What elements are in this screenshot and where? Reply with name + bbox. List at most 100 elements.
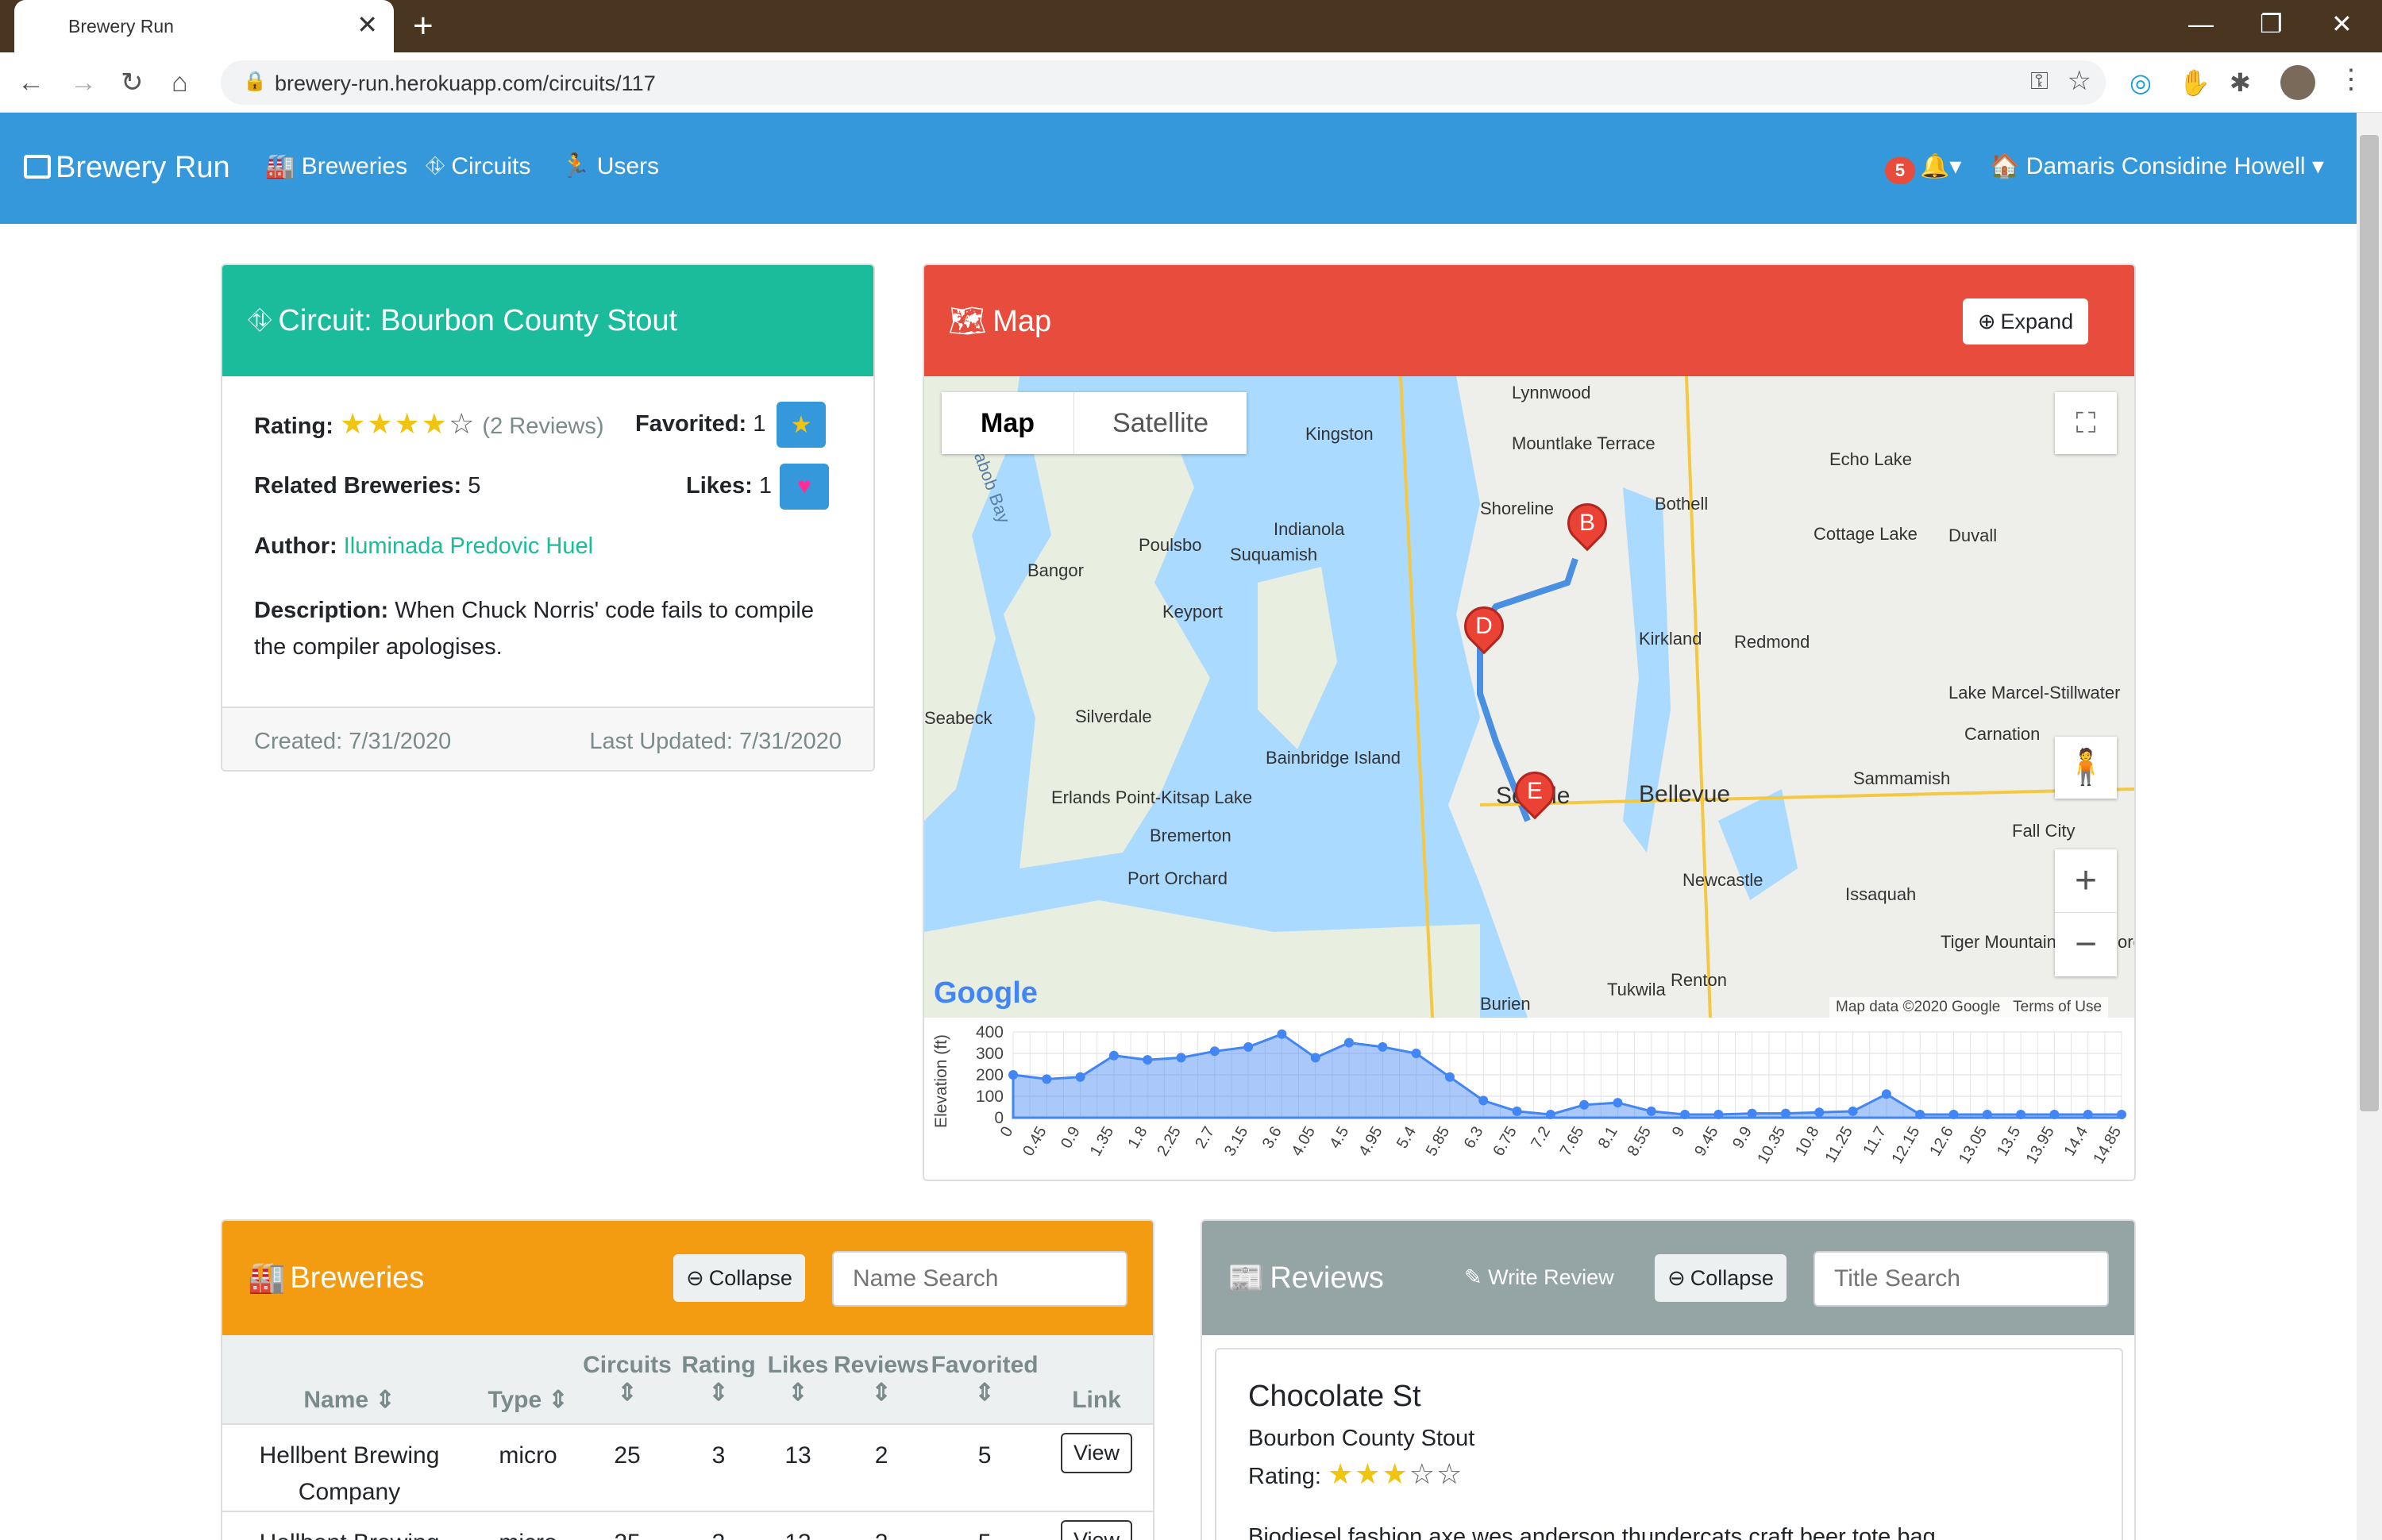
google-map[interactable]: Lynnwood Kingston Mountlake Terrace Echo La… (924, 376, 2134, 1018)
elevation-point[interactable] (2016, 1109, 2026, 1119)
browser-tab[interactable]: Brewery Run ✕ (14, 0, 394, 52)
elevation-point[interactable] (2049, 1109, 2060, 1119)
elevation-point[interactable] (2117, 1109, 2126, 1119)
browser-menu-icon[interactable]: ⋮ (2338, 64, 2365, 95)
review-item: Chocolate St Bourbon County Stout Rating… (1215, 1348, 2123, 1540)
profile-avatar[interactable] (2280, 65, 2315, 100)
nav-breweries[interactable]: 🏭 Breweries (265, 151, 407, 183)
reviews-collapse-button[interactable]: ⊖ Collapse (1655, 1254, 1786, 1302)
url-text[interactable]: brewery-run.herokuapp.com/circuits/117 (275, 71, 656, 96)
elevation-point[interactable] (1344, 1038, 1355, 1048)
extensions-puzzle-icon[interactable]: ✱ (2230, 67, 2251, 98)
review-circuit[interactable]: Bourbon County Stout (1248, 1426, 1474, 1452)
marker-label: E (1526, 778, 1543, 804)
key-icon[interactable]: ⚿ (2030, 68, 2049, 95)
user-menu[interactable]: 🏠 Damaris Considine Howell ▾ (1990, 151, 2324, 183)
omnibox[interactable]: 🔒 brewery-run.herokuapp.com/circuits/117… (221, 60, 2106, 105)
elevation-point[interactable] (1444, 1072, 1455, 1082)
col-name[interactable]: Name ⇕ (222, 1335, 476, 1424)
reviews-count[interactable]: (2 Reviews) (482, 414, 603, 439)
reload-icon[interactable]: ↻ (121, 65, 144, 100)
elevation-point[interactable] (1747, 1108, 1757, 1118)
back-icon[interactable]: ← (17, 65, 44, 100)
elevation-point[interactable] (1008, 1070, 1018, 1080)
zoom-in-icon[interactable]: + (2055, 849, 2117, 913)
elevation-point[interactable] (1579, 1099, 1590, 1110)
elevation-point[interactable] (1814, 1107, 1825, 1118)
elevation-point[interactable] (1680, 1109, 1690, 1119)
expand-button[interactable]: ⊕ Expand (1963, 298, 2088, 345)
elevation-point[interactable] (1982, 1109, 1992, 1119)
elevation-point[interactable] (1613, 1098, 1623, 1108)
terms-link[interactable]: Terms of Use (2013, 999, 2102, 1015)
elevation-point[interactable] (1848, 1106, 1858, 1116)
elevation-point[interactable] (1209, 1046, 1220, 1057)
elevation-point[interactable] (1545, 1109, 1555, 1119)
nav-circuits[interactable]: ⛗ Circuits (426, 151, 530, 183)
elevation-point[interactable] (1512, 1106, 1522, 1116)
col-rating[interactable]: Rating ⇕ (675, 1335, 762, 1424)
brewery-name-search[interactable] (832, 1251, 1127, 1307)
map-title: Map (992, 304, 1052, 338)
col-reviews[interactable]: Reviews ⇕ (834, 1335, 929, 1424)
nav-users[interactable]: 🏃 Users (561, 151, 659, 183)
elevation-point[interactable] (1378, 1041, 1388, 1052)
home-icon[interactable]: ⌂ (172, 65, 188, 100)
star-filled-icon: ★ (1327, 1457, 1355, 1490)
hand-extension-icon[interactable]: ✋ (2179, 67, 2210, 98)
review-title-search[interactable] (1813, 1251, 2109, 1307)
map-icon: 🗺 (948, 305, 987, 338)
view-button[interactable]: View (1061, 1520, 1133, 1540)
restore-icon[interactable]: ❐ (2260, 8, 2283, 40)
elevation-point[interactable] (1143, 1055, 1153, 1065)
col-favorited[interactable]: Favorited ⇕ (929, 1335, 1040, 1424)
elevation-point[interactable] (1277, 1029, 1287, 1039)
breweries-collapse-button[interactable]: ⊖ Collapse (673, 1254, 805, 1302)
like-button[interactable]: ♥ (780, 464, 829, 510)
write-review-button[interactable]: ✎ Write Review (1464, 1265, 1614, 1290)
close-window-icon[interactable]: ✕ (2331, 8, 2353, 40)
col-likes[interactable]: Likes ⇕ (762, 1335, 834, 1424)
elevation-point[interactable] (1780, 1108, 1790, 1118)
bookmark-star-icon[interactable]: ☆ (2068, 65, 2091, 97)
zoom-out-icon[interactable]: − (2055, 913, 2117, 976)
favorite-button[interactable]: ★ (777, 402, 826, 448)
brand-link[interactable]: Brewery Run (24, 148, 230, 187)
review-title[interactable]: Chocolate St (1248, 1380, 1421, 1414)
elevation-point[interactable] (1713, 1109, 1724, 1119)
newspaper-icon: 📰 (1228, 1261, 1266, 1295)
elevation-chart[interactable]: 40030020010000 0.45 0.9 1.35 1.8 2.25 2.7 3.15 3… (924, 1018, 2134, 1178)
notification-badge[interactable]: 5 (1885, 157, 1915, 184)
fullscreen-icon[interactable]: ⛶ (2055, 392, 2117, 454)
author-link[interactable]: Iluminada Predovic Huel (344, 533, 593, 559)
close-tab-icon[interactable]: ✕ (357, 10, 378, 40)
minimize-icon[interactable]: — (2188, 8, 2214, 40)
elevation-point[interactable] (1310, 1053, 1320, 1063)
elevation-point[interactable] (2083, 1109, 2093, 1119)
street-view-pegman-icon[interactable]: 🧍 (2055, 737, 2117, 799)
col-circuits[interactable]: Circuits ⇕ (580, 1335, 675, 1424)
elevation-point[interactable] (1075, 1072, 1085, 1082)
extension-icon[interactable]: ◎ (2130, 67, 2152, 98)
new-tab-icon[interactable]: + (413, 6, 434, 46)
col-type[interactable]: Type ⇕ (476, 1335, 580, 1424)
elevation-point[interactable] (1948, 1109, 1959, 1119)
scrollbar-thumb[interactable] (2360, 135, 2379, 1111)
review-rating-row: Rating: ★★★☆☆ (1248, 1457, 1463, 1491)
view-button[interactable]: View (1061, 1433, 1133, 1473)
map-label: Bothell (1655, 494, 1709, 514)
map-type-satellite[interactable]: Satellite (1073, 392, 1247, 454)
brand-text: Brewery Run (56, 151, 230, 184)
elevation-point[interactable] (1243, 1041, 1254, 1052)
elevation-point[interactable] (1176, 1053, 1186, 1063)
elevation-point[interactable] (1915, 1109, 1925, 1119)
elevation-point[interactable] (1042, 1074, 1052, 1084)
forward-icon[interactable]: → (70, 65, 97, 100)
bell-icon[interactable]: 🔔▾ (1920, 151, 1961, 183)
elevation-point[interactable] (1411, 1049, 1421, 1058)
elevation-point[interactable] (1881, 1089, 1891, 1099)
elevation-point[interactable] (1646, 1106, 1656, 1116)
map-type-map[interactable]: Map (942, 392, 1073, 454)
elevation-point[interactable] (1108, 1050, 1119, 1061)
elevation-point[interactable] (1478, 1095, 1489, 1106)
